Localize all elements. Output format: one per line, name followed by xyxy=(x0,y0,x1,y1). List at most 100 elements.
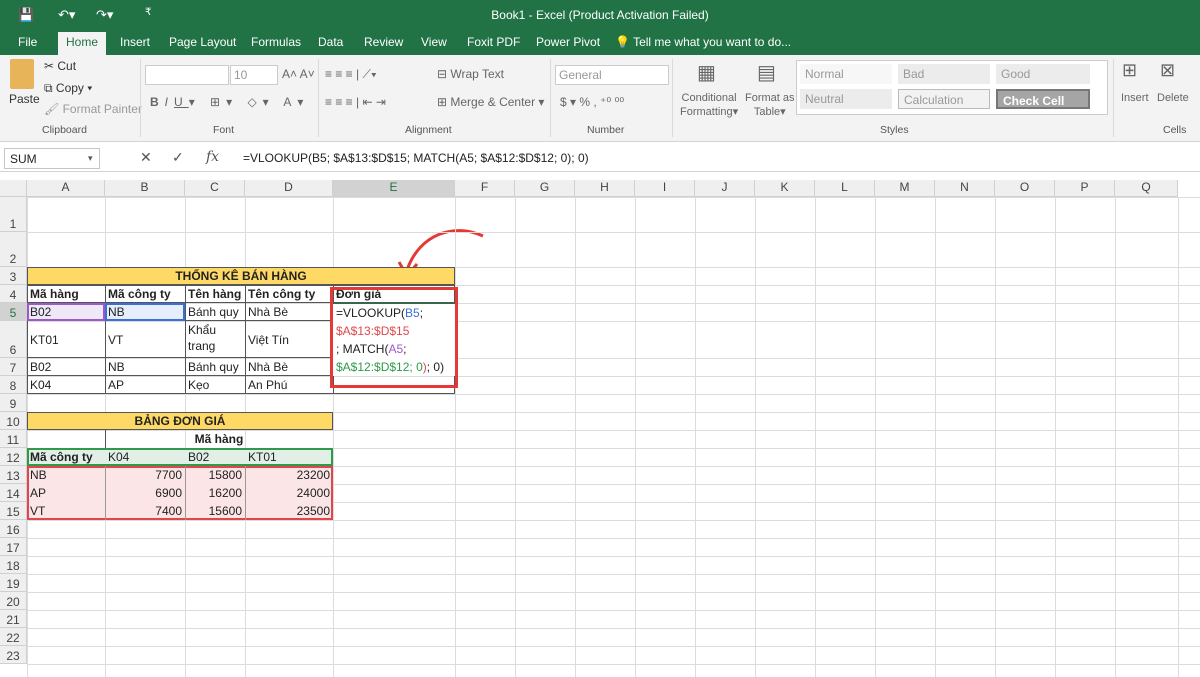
cell-d13[interactable]: 23200 xyxy=(245,466,333,484)
copy-button[interactable]: ⧉ Copy ▾ xyxy=(44,81,92,96)
row-header-15[interactable]: 15 xyxy=(0,502,27,520)
cell-a14[interactable]: AP xyxy=(27,484,105,502)
wrap-text-button[interactable]: ⊟ Wrap Text xyxy=(437,67,504,81)
cell-c8[interactable]: Kẹo xyxy=(185,376,245,394)
column-header-f[interactable]: F xyxy=(455,180,515,197)
style-good[interactable]: Good xyxy=(996,64,1090,84)
delete-cells-button[interactable]: Delete xyxy=(1157,92,1189,104)
column-header-p[interactable]: P xyxy=(1055,180,1115,197)
cell-b6[interactable]: VT xyxy=(105,331,185,349)
cell-a6[interactable]: KT01 xyxy=(27,331,105,349)
format-as-table-button[interactable]: Format asTable▾ xyxy=(745,91,795,119)
font-format-buttons[interactable]: BIU▾ ⊞▾ ◇▾ A▾ xyxy=(150,95,309,109)
column-header-g[interactable]: G xyxy=(515,180,575,197)
column-header-i[interactable]: I xyxy=(635,180,695,197)
column-header-e[interactable]: E xyxy=(333,180,455,197)
row-header-8[interactable]: 8 xyxy=(0,376,27,394)
row-header-20[interactable]: 20 xyxy=(0,592,27,610)
row-header-4[interactable]: 4 xyxy=(0,285,27,303)
column-header-l[interactable]: L xyxy=(815,180,875,197)
font-size-select[interactable]: 10 xyxy=(230,65,278,85)
cell-d5[interactable]: Nhà Bè xyxy=(245,303,333,321)
cell-b4[interactable]: Mã công ty xyxy=(105,285,185,303)
cell-a3[interactable]: THỐNG KÊ BÁN HÀNG xyxy=(27,267,455,285)
style-calculation[interactable]: Calculation xyxy=(898,89,990,109)
cell-c7[interactable]: Bánh quy xyxy=(185,358,245,376)
cell-d7[interactable]: Nhà Bè xyxy=(245,358,333,376)
cancel-icon[interactable]: ✕ xyxy=(140,149,152,166)
tab-foxit-pdf[interactable]: Foxit PDF xyxy=(467,35,520,49)
tab-page-layout[interactable]: Page Layout xyxy=(169,35,236,49)
tab-home[interactable]: Home xyxy=(58,32,106,55)
tab-power-pivot[interactable]: Power Pivot xyxy=(536,35,600,49)
row-header-7[interactable]: 7 xyxy=(0,358,27,376)
row-header-12[interactable]: 12 xyxy=(0,448,27,466)
paste-icon[interactable] xyxy=(10,59,34,89)
column-header-m[interactable]: M xyxy=(875,180,935,197)
name-box[interactable]: SUM xyxy=(4,148,100,169)
cell-b8[interactable]: AP xyxy=(105,376,185,394)
cell-b12[interactable]: K04 xyxy=(105,448,185,466)
cell-c6[interactable]: Khẩu trang xyxy=(185,321,245,355)
cell-a10[interactable]: BẢNG ĐƠN GIÁ xyxy=(27,412,333,430)
formula-input[interactable]: =VLOOKUP(B5; $A$13:$D$15; MATCH(A5; $A$1… xyxy=(243,151,589,165)
number-format-select[interactable]: General xyxy=(555,65,669,85)
insert-cells-button[interactable]: Insert xyxy=(1121,92,1149,104)
row-header-18[interactable]: 18 xyxy=(0,556,27,574)
cell-d14[interactable]: 24000 xyxy=(245,484,333,502)
cell-d4[interactable]: Tên công ty xyxy=(245,285,333,303)
cell-c15[interactable]: 15600 xyxy=(185,502,245,520)
cut-button[interactable]: ✂ Cut xyxy=(44,59,76,73)
tab-file[interactable]: File xyxy=(18,35,37,49)
cell-c5[interactable]: Bánh quy xyxy=(185,303,245,321)
cell-b14[interactable]: 6900 xyxy=(105,484,185,502)
style-bad[interactable]: Bad xyxy=(898,64,990,84)
cell-c14[interactable]: 16200 xyxy=(185,484,245,502)
cell-c4[interactable]: Tên hàng xyxy=(185,285,245,303)
cell-a4[interactable]: Mã hàng xyxy=(27,285,105,303)
column-header-b[interactable]: B xyxy=(105,180,185,197)
row-header-9[interactable]: 9 xyxy=(0,394,27,412)
style-check-cell[interactable]: Check Cell xyxy=(996,89,1090,109)
cell-a8[interactable]: K04 xyxy=(27,376,105,394)
cell-d12[interactable]: KT01 xyxy=(245,448,333,466)
row-header-21[interactable]: 21 xyxy=(0,610,27,628)
row-header-5[interactable]: 5 xyxy=(0,303,27,321)
font-name-select[interactable] xyxy=(145,65,229,85)
tab-formulas[interactable]: Formulas xyxy=(251,35,301,49)
tell-me-box[interactable]: 💡 Tell me what you want to do... xyxy=(615,35,791,49)
cell-c13[interactable]: 15800 xyxy=(185,466,245,484)
cell-d8[interactable]: An Phú xyxy=(245,376,333,394)
row-header-14[interactable]: 14 xyxy=(0,484,27,502)
column-header-o[interactable]: O xyxy=(995,180,1055,197)
row-header-6[interactable]: 6 xyxy=(0,321,27,358)
conditional-formatting-button[interactable]: ConditionalFormatting▾ xyxy=(680,91,738,119)
row-header-19[interactable]: 19 xyxy=(0,574,27,592)
cell-b15[interactable]: 7400 xyxy=(105,502,185,520)
cell-a12[interactable]: Mã công ty xyxy=(27,448,105,466)
cell-b11[interactable]: Mã hàng xyxy=(105,430,333,448)
tab-review[interactable]: Review xyxy=(364,35,403,49)
column-header-c[interactable]: C xyxy=(185,180,245,197)
column-header-d[interactable]: D xyxy=(245,180,333,197)
cell-b7[interactable]: NB xyxy=(105,358,185,376)
insert-function-icon[interactable]: fx xyxy=(206,149,219,165)
column-header-a[interactable]: A xyxy=(27,180,105,197)
row-header-23[interactable]: 23 xyxy=(0,646,27,664)
name-box-dropdown-icon[interactable]: ▾ xyxy=(88,153,93,164)
row-header-3[interactable]: 3 xyxy=(0,267,27,285)
column-header-j[interactable]: J xyxy=(695,180,755,197)
style-neutral[interactable]: Neutral xyxy=(800,89,892,109)
cell-b13[interactable]: 7700 xyxy=(105,466,185,484)
format-painter-button[interactable]: 🖌 Format Painter xyxy=(44,102,142,116)
paste-button[interactable]: Paste xyxy=(9,92,40,106)
tab-view[interactable]: View xyxy=(421,35,447,49)
row-header-13[interactable]: 13 xyxy=(0,466,27,484)
merge-center-button[interactable]: ⊞ Merge & Center ▾ xyxy=(437,95,544,109)
enter-icon[interactable]: ✓ xyxy=(172,149,184,166)
column-header-k[interactable]: K xyxy=(755,180,815,197)
number-format-buttons[interactable]: $ ▾ % , ⁺⁰ ⁰⁰ xyxy=(560,95,624,109)
column-header-q[interactable]: Q xyxy=(1115,180,1178,197)
spreadsheet-grid[interactable]: ABCDEFGHIJKLMNOPQ12345678910111213141516… xyxy=(0,180,1200,675)
row-header-17[interactable]: 17 xyxy=(0,538,27,556)
